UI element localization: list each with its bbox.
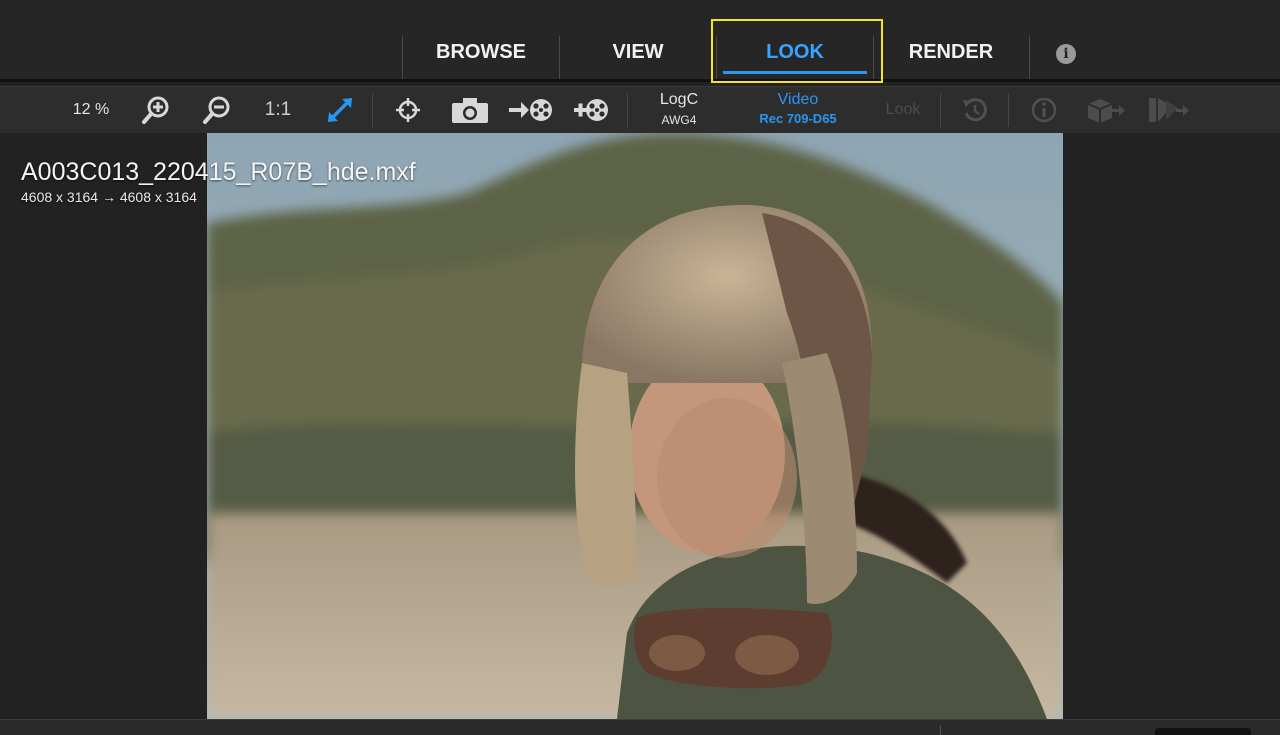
export-frame-icon <box>509 99 552 121</box>
export-lut-button[interactable] <box>1082 87 1130 133</box>
nav-bottom-border <box>0 79 1280 82</box>
zoom-in-icon <box>142 96 169 124</box>
fit-to-window-button[interactable] <box>320 87 360 133</box>
input-colorspace-label: LogC <box>659 91 699 108</box>
zoom-out-button[interactable] <box>197 87 237 133</box>
tab-view[interactable]: VIEW <box>560 36 716 76</box>
clip-resolution: 4608 x 3164 → 4608 x 3164 <box>21 189 197 205</box>
frame-picture <box>207 133 1063 719</box>
import-frame-icon <box>574 99 608 121</box>
output-colorspace-label: Video <box>777 91 819 108</box>
bottom-panel-bar <box>0 719 1280 735</box>
snapshot-button[interactable] <box>448 87 492 133</box>
export-look-button[interactable] <box>1144 87 1194 133</box>
toolbar-divider <box>627 93 628 127</box>
look-toggle-button[interactable]: Look <box>874 87 932 133</box>
toolbar-divider <box>940 93 941 127</box>
picker-button[interactable] <box>388 87 428 133</box>
tab-divider <box>1029 36 1030 80</box>
top-navigation-bar: BROWSE VIEW LOOK RENDER i <box>0 0 1280 82</box>
zoom-level-readout: 12 % <box>72 101 110 118</box>
viewer-toolbar: 12 % 1:1 LogC AWG4 Video Rec 709-D65 Loo… <box>0 86 1280 134</box>
import-frame-button[interactable] <box>570 87 616 133</box>
input-colorspace-selector[interactable]: LogC AWG4 <box>648 91 710 131</box>
zoom-in-button[interactable] <box>136 87 176 133</box>
history-button[interactable] <box>955 87 995 133</box>
actual-size-button[interactable]: 1:1 <box>258 87 298 133</box>
toolbar-divider <box>1008 93 1009 127</box>
tab-render[interactable]: RENDER <box>874 36 1028 76</box>
clip-info-button[interactable] <box>1024 87 1064 133</box>
export-look-icon <box>1149 98 1189 122</box>
zoom-out-icon <box>203 96 230 124</box>
clip-filename: A003C013_220415_R07B_hde.mxf <box>21 158 416 186</box>
output-colorspace-selector[interactable]: Video Rec 709-D65 <box>748 91 848 131</box>
tab-browse[interactable]: BROWSE <box>403 36 559 76</box>
export-cube-icon <box>1087 99 1125 123</box>
look-tab-highlight <box>711 19 883 83</box>
info-icon[interactable]: i <box>1056 44 1076 64</box>
input-gamut-label: AWG4 <box>661 113 697 127</box>
camera-icon <box>452 98 488 123</box>
history-icon <box>963 98 987 122</box>
clip-frame-image <box>207 133 1063 719</box>
output-gamut-label: Rec 709-D65 <box>759 111 837 126</box>
fit-to-window-icon <box>328 98 352 122</box>
info-circle-icon <box>1031 97 1057 123</box>
export-frame-button[interactable] <box>506 87 556 133</box>
toolbar-divider <box>372 93 373 127</box>
crosshair-icon <box>396 98 420 122</box>
